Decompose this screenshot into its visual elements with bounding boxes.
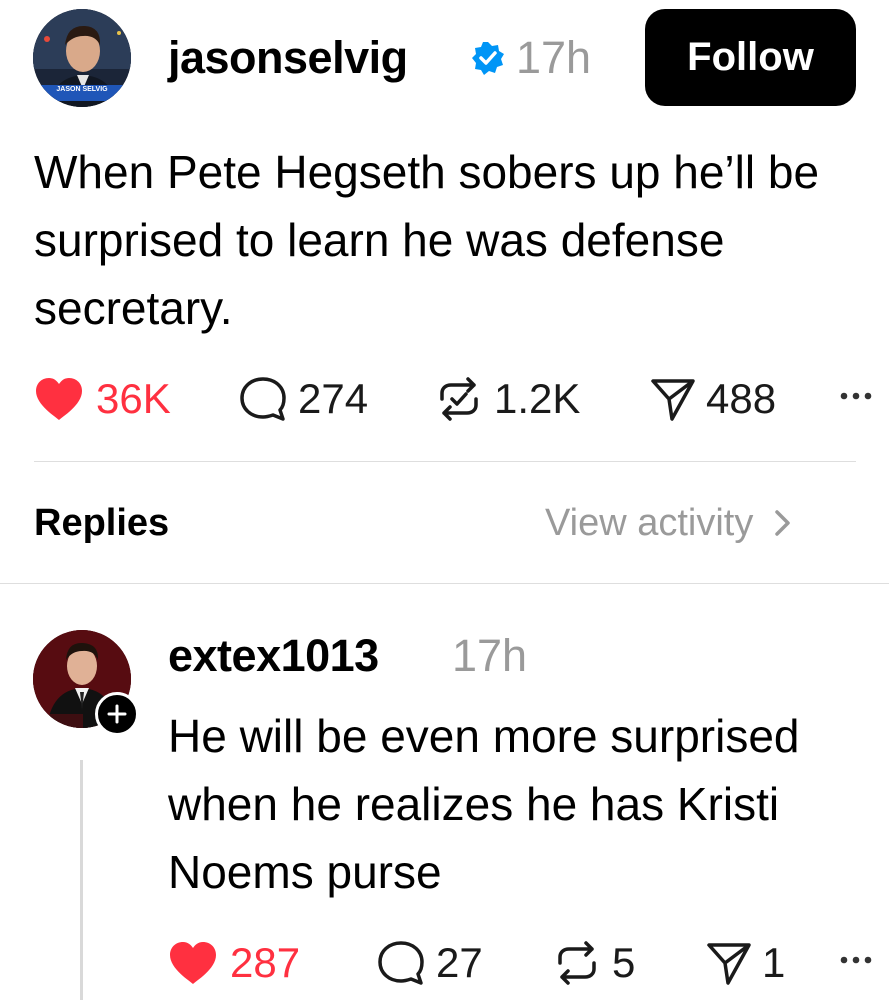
repost-icon: [440, 377, 478, 421]
more-icon: [840, 392, 872, 400]
chevron-right-icon: [775, 510, 791, 536]
post-comment-count: 274: [298, 375, 369, 422]
post-divider: [34, 461, 856, 462]
reply-repost-count: 5: [612, 939, 636, 986]
section-divider: [0, 583, 889, 584]
replies-heading: Replies: [34, 502, 170, 544]
post-share-count: 488: [706, 375, 777, 422]
author-avatar[interactable]: JASON SELVIG: [33, 9, 131, 107]
reply-comment-count: 27: [436, 939, 483, 986]
post-repost-count: 1.2K: [494, 375, 581, 422]
reply-comment-button[interactable]: 27: [376, 938, 483, 988]
comment-icon: [378, 941, 424, 985]
post-text: When Pete Hegseth sobers up he’ll be sur…: [34, 146, 820, 334]
comment-icon: [240, 377, 286, 421]
plus-icon: [107, 704, 127, 724]
reply-like-button[interactable]: 287: [168, 938, 300, 988]
reply-share-count: 1: [762, 939, 786, 986]
post-like-count: 36K: [96, 375, 171, 422]
repost-icon: [558, 941, 596, 985]
reply-text: He will be even more surprised when he r…: [168, 710, 800, 898]
share-icon: [651, 379, 695, 421]
reply-repost-button[interactable]: 5: [552, 938, 635, 988]
avatar-caption: JASON SELVIG: [56, 86, 108, 93]
post-comment-button[interactable]: 274: [238, 374, 368, 424]
more-icon: [840, 956, 872, 964]
follow-button[interactable]: Follow: [645, 9, 856, 106]
post-timestamp: 17h: [516, 32, 592, 83]
post-repost-button[interactable]: 1.2K: [434, 374, 580, 424]
post-like-button[interactable]: 36K: [34, 374, 171, 424]
post-share-button[interactable]: 488: [650, 374, 776, 424]
reply-timestamp: 17h: [452, 630, 528, 681]
share-icon: [707, 943, 751, 985]
thread-line: [80, 760, 83, 1000]
post-more-button[interactable]: [836, 386, 876, 406]
follow-plus-button[interactable]: [95, 692, 139, 736]
heart-icon: [170, 942, 216, 984]
view-activity-label: View activity: [545, 502, 754, 544]
view-activity-link[interactable]: View activity: [545, 498, 795, 548]
reply-username[interactable]: extex1013: [168, 626, 379, 686]
reply-more-button[interactable]: [836, 950, 876, 970]
reply-share-button[interactable]: 1: [706, 938, 785, 988]
reply-like-count: 287: [230, 939, 301, 986]
heart-icon: [36, 378, 82, 420]
author-username[interactable]: jasonselvig: [168, 28, 408, 88]
verified-icon: [470, 40, 506, 76]
